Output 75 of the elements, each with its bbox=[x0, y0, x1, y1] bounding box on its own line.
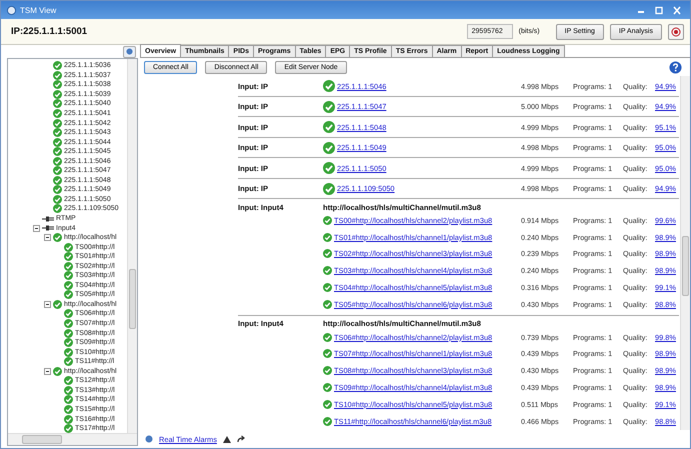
check-icon bbox=[53, 118, 62, 128]
check-icon bbox=[64, 328, 73, 338]
check-icon bbox=[323, 300, 332, 309]
horizontal-scrollbar[interactable] bbox=[8, 433, 137, 445]
check-icon bbox=[323, 349, 332, 358]
check-icon bbox=[323, 249, 332, 258]
check-icon bbox=[64, 262, 73, 271]
window-title: TSM View bbox=[20, 6, 58, 14]
globe-icon bbox=[145, 435, 153, 443]
check-icon bbox=[64, 280, 73, 290]
check-icon bbox=[323, 416, 332, 426]
check-icon bbox=[323, 121, 335, 133]
check-icon bbox=[53, 61, 62, 70]
check-icon bbox=[323, 366, 332, 376]
collapse-icon[interactable] bbox=[33, 224, 40, 232]
check-icon bbox=[64, 309, 73, 318]
check-icon bbox=[323, 100, 335, 112]
panel-button[interactable] bbox=[123, 46, 136, 58]
address-text: IP:225.1.1.1:5001 bbox=[11, 26, 88, 37]
record-icon bbox=[671, 26, 681, 36]
check-icon bbox=[53, 138, 62, 147]
check-icon bbox=[323, 80, 335, 92]
check-icon bbox=[64, 242, 73, 252]
check-icon bbox=[64, 386, 73, 395]
check-icon bbox=[323, 162, 335, 174]
check-icon bbox=[323, 266, 332, 276]
check-icon bbox=[53, 99, 62, 108]
check-icon bbox=[53, 156, 62, 166]
check-icon bbox=[64, 348, 73, 357]
vertical-scrollbar[interactable] bbox=[127, 59, 137, 433]
check-icon bbox=[323, 283, 332, 292]
check-icon bbox=[53, 80, 62, 90]
circle-icon bbox=[126, 48, 133, 55]
warning-icon[interactable] bbox=[222, 436, 231, 442]
check-icon bbox=[53, 166, 62, 176]
collapse-icon[interactable] bbox=[44, 368, 51, 375]
check-icon bbox=[323, 142, 335, 154]
help-icon[interactable] bbox=[669, 60, 682, 74]
connector-icon bbox=[42, 216, 54, 222]
check-icon bbox=[53, 204, 62, 214]
check-icon bbox=[64, 271, 73, 280]
check-icon bbox=[64, 424, 73, 433]
check-icon bbox=[53, 300, 62, 309]
record-button[interactable] bbox=[668, 24, 684, 40]
check-icon bbox=[64, 376, 73, 386]
check-icon bbox=[323, 332, 332, 342]
check-icon bbox=[323, 232, 332, 242]
check-icon bbox=[53, 70, 62, 80]
check-icon bbox=[53, 147, 62, 156]
forward-arrow-icon[interactable] bbox=[236, 435, 246, 443]
check-icon bbox=[64, 290, 73, 300]
check-icon bbox=[53, 194, 62, 204]
check-icon bbox=[64, 319, 73, 328]
check-icon bbox=[64, 338, 73, 348]
check-icon bbox=[53, 109, 62, 118]
app-icon bbox=[7, 6, 16, 14]
check-icon bbox=[64, 414, 73, 424]
collapse-icon[interactable] bbox=[44, 300, 51, 308]
check-icon bbox=[323, 182, 335, 194]
check-icon bbox=[64, 395, 73, 404]
check-icon bbox=[53, 233, 62, 242]
check-icon bbox=[323, 383, 332, 392]
check-icon bbox=[53, 185, 62, 194]
check-icon bbox=[53, 128, 62, 138]
connector-icon bbox=[42, 225, 54, 232]
collapse-icon[interactable] bbox=[44, 234, 51, 242]
vertical-scrollbar[interactable] bbox=[680, 76, 690, 430]
check-icon bbox=[64, 252, 73, 262]
check-icon bbox=[53, 176, 62, 185]
check-icon bbox=[53, 366, 62, 376]
check-icon bbox=[64, 404, 73, 414]
check-icon bbox=[323, 400, 332, 409]
check-icon bbox=[64, 357, 73, 366]
check-icon bbox=[53, 90, 62, 99]
check-icon bbox=[323, 216, 332, 225]
